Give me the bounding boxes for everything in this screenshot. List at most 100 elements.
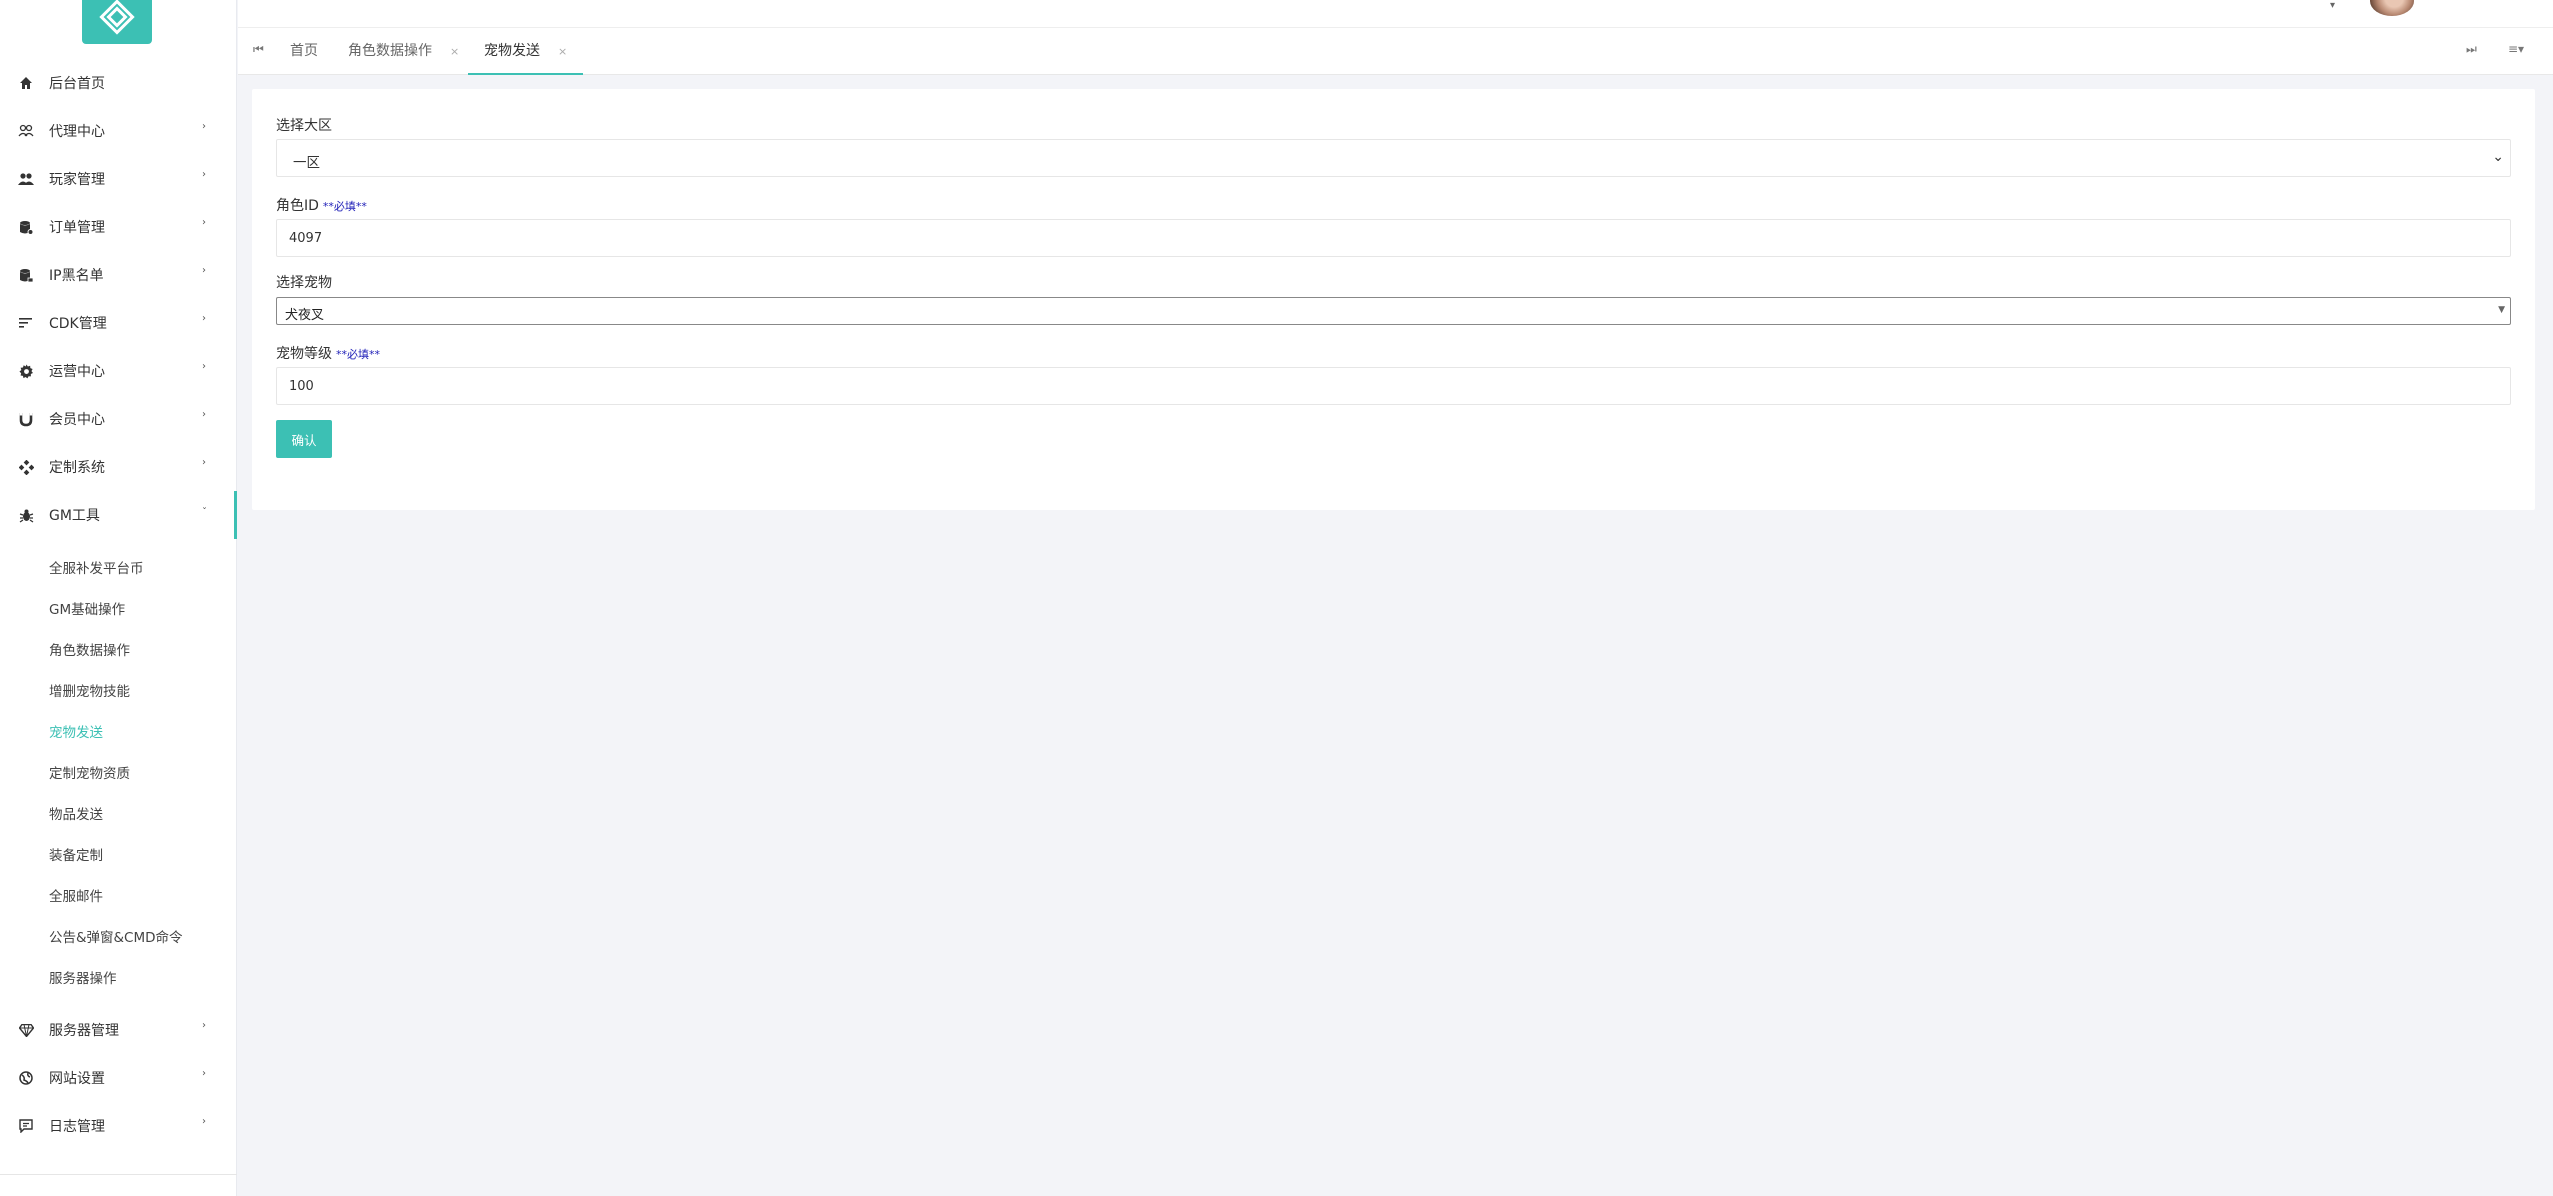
chevron-right-icon: › [202, 457, 206, 468]
sidebar-item-label: 玩家管理 [49, 172, 105, 188]
pet-level-label: 宠物等级 **必填** [276, 343, 380, 363]
dropdown-arrow-icon: ▼ [2498, 305, 2505, 315]
sidebar-item-cdk[interactable]: CDK管理 › [0, 299, 237, 347]
sidebar: 后台首页 代理中心 › 玩家管理 › 订单管理 › IP黑名单 › CDK管理 [0, 0, 237, 1196]
close-icon[interactable]: × [558, 45, 567, 58]
role-id-input[interactable] [277, 220, 2510, 256]
sidebar-item-logs[interactable]: 日志管理 › [0, 1102, 237, 1150]
group-icon [16, 169, 36, 189]
sidebar-item-label: 代理中心 [49, 124, 105, 140]
sidebar-subitem[interactable]: 定制宠物资质 [49, 762, 130, 782]
sidebar-subitem[interactable]: GM基础操作 [49, 598, 125, 618]
pet-select[interactable]: 犬夜叉 ▼ [276, 297, 2511, 325]
sidebar-item-label: IP黑名单 [49, 268, 104, 284]
sidebar-item-ip-blacklist[interactable]: IP黑名单 › [0, 251, 237, 299]
database-icon [16, 217, 36, 237]
sidebar-item-label: 订单管理 [49, 220, 105, 236]
role-id-label: 角色ID **必填** [276, 195, 367, 215]
chevron-right-icon: › [202, 361, 206, 372]
logo-area [0, 0, 236, 60]
region-label-text: 选择大区 [276, 118, 332, 134]
magnet-icon [16, 409, 36, 429]
role-id-label-text: 角色ID [276, 198, 319, 214]
chevron-right-icon: › [202, 1116, 206, 1127]
sidebar-subitem-current[interactable]: 宠物发送 [49, 721, 103, 741]
sidebar-subitem[interactable]: 角色数据操作 [49, 639, 130, 659]
sidebar-item-label: 运营中心 [49, 364, 105, 380]
sidebar-subitem[interactable]: 公告&弹窗&CMD命令 [49, 926, 183, 946]
sidebar-item-label: 服务器管理 [49, 1023, 119, 1039]
tab-bar: ⏮ 首页 角色数据操作 × 宠物发送 × ⏭ ≡▾ [238, 28, 2553, 75]
gem-icon [16, 1020, 36, 1040]
tab-scroll-left-button[interactable]: ⏮ [253, 42, 264, 57]
users-outline-icon [16, 121, 36, 141]
sidebar-divider [0, 1174, 237, 1175]
diamond-dots-icon [16, 457, 36, 477]
sort-lines-icon [16, 313, 36, 333]
required-marker: **必填** [322, 200, 367, 213]
sidebar-item-gm-tools[interactable]: GM工具 ˇ [0, 491, 237, 539]
pet-label: 选择宠物 [276, 272, 332, 292]
sidebar-item-players[interactable]: 玩家管理 › [0, 155, 237, 203]
top-header [238, 0, 2553, 28]
tab-label: 宠物发送 [484, 43, 540, 59]
chevron-right-icon: › [202, 409, 206, 420]
tab-pet-send[interactable]: 宠物发送 × [468, 28, 584, 75]
chevron-right-icon: › [202, 1020, 206, 1031]
required-marker: **必填** [336, 348, 380, 361]
comment-icon [16, 1116, 36, 1136]
region-select[interactable]: 一区 ⌄ [276, 139, 2511, 177]
home-icon [16, 73, 36, 93]
chevron-right-icon: › [202, 121, 206, 132]
pet-level-input[interactable] [277, 368, 2510, 404]
role-id-input-wrap [276, 219, 2511, 257]
gear-icon [16, 361, 36, 381]
sidebar-subitem[interactable]: 物品发送 [49, 803, 103, 823]
sidebar-item-label: 定制系统 [49, 460, 105, 476]
sidebar-item-label: 网站设置 [49, 1071, 105, 1087]
sidebar-subitem[interactable]: 增删宠物技能 [49, 680, 130, 700]
sidebar-subitem[interactable]: 全服邮件 [49, 885, 103, 905]
tab-role-data[interactable]: 角色数据操作 × [348, 28, 459, 75]
sidebar-item-members[interactable]: 会员中心 › [0, 395, 237, 443]
sidebar-item-label: CDK管理 [49, 316, 107, 332]
chevron-down-icon: ˇ [202, 507, 207, 518]
chevron-right-icon: › [202, 169, 206, 180]
sidebar-item-server-management[interactable]: 服务器管理 › [0, 1006, 237, 1054]
close-icon[interactable]: × [450, 45, 459, 58]
chevron-right-icon: › [202, 217, 206, 228]
tab-home[interactable]: 首页 [290, 28, 318, 75]
sidebar-item-orders[interactable]: 订单管理 › [0, 203, 237, 251]
sidebar-item-home[interactable]: 后台首页 [0, 59, 237, 107]
sidebar-item-custom-system[interactable]: 定制系统 › [0, 443, 237, 491]
chevron-right-icon: › [202, 265, 206, 276]
sidebar-item-site-settings[interactable]: 网站设置 › [0, 1054, 237, 1102]
sidebar-item-operations[interactable]: 运营中心 › [0, 347, 237, 395]
pet-level-input-wrap [276, 367, 2511, 405]
chevron-down-icon: ⌄ [2492, 149, 2504, 165]
pet-send-form: 选择大区 一区 ⌄ 角色ID**必填** 选择宠物 犬夜叉 ▼ 宠物等级**必填… [252, 89, 2535, 510]
tab-scroll-right-button[interactable]: ⏭ [2466, 42, 2477, 57]
pet-select-value: 犬夜叉 [285, 308, 325, 323]
sidebar-item-agent[interactable]: 代理中心 › [0, 107, 237, 155]
tab-label: 首页 [290, 43, 318, 59]
logo[interactable] [82, 0, 152, 44]
sidebar-subitem[interactable]: 服务器操作 [49, 967, 117, 987]
database-lock-icon [16, 265, 36, 285]
globe-icon [16, 1068, 36, 1088]
region-select-value: 一区 [293, 155, 320, 171]
pet-level-label-text: 宠物等级 [276, 346, 332, 362]
tab-menu-button[interactable]: ≡▾ [2508, 42, 2524, 56]
chevron-right-icon: › [202, 313, 206, 324]
bug-icon [16, 505, 36, 525]
sidebar-subitem[interactable]: 全服补发平台币 [49, 557, 144, 577]
confirm-button[interactable]: 确认 [276, 420, 332, 458]
tab-label: 角色数据操作 [348, 43, 432, 59]
sidebar-item-label: 后台首页 [49, 76, 105, 92]
user-menu-caret-icon[interactable]: ▾ [2330, 0, 2335, 11]
region-label: 选择大区 [276, 115, 332, 135]
pet-label-text: 选择宠物 [276, 275, 332, 291]
sidebar-subitem[interactable]: 装备定制 [49, 844, 103, 864]
sidebar-item-label: 会员中心 [49, 412, 105, 428]
sidebar-item-label: GM工具 [49, 508, 100, 524]
